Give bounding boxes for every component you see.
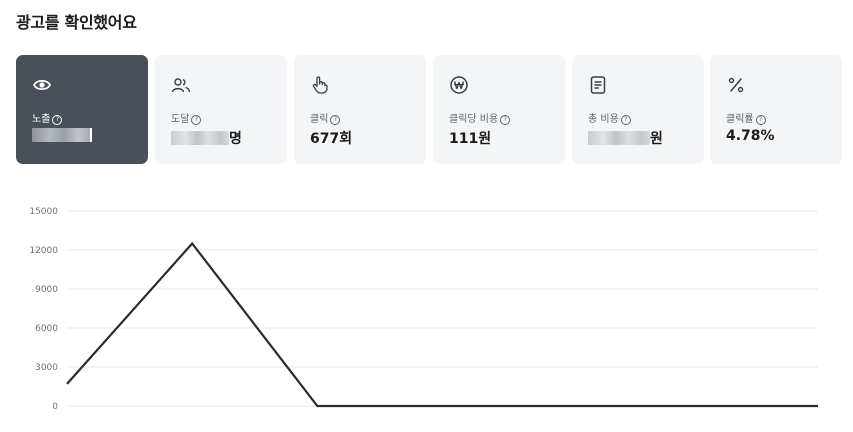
redacted-value: [588, 131, 650, 145]
metric-card-reach[interactable]: 도달? 명: [155, 55, 287, 164]
metric-card-cost-per-click[interactable]: 클릭당 비용? 111원: [433, 55, 565, 164]
y-tick-label: 9000: [35, 285, 58, 295]
metric-label-total-cost: 총 비용?: [588, 110, 631, 125]
metric-cards: 노출? 도달? 명 클릭? 677회 클릭당 비용? 111원 총 비용 ? 원…: [16, 55, 842, 164]
metric-value-reach: 명: [171, 128, 242, 148]
percent-icon: [728, 77, 744, 93]
redacted-value: [32, 128, 90, 142]
page-title: 광고를 확인했어요: [16, 13, 137, 32]
info-icon[interactable]: ?: [500, 115, 511, 125]
info-icon[interactable]: ?: [620, 115, 631, 125]
metric-card-impressions[interactable]: 노출?: [16, 55, 148, 164]
chart-series: [66, 241, 819, 408]
y-axis-labels: 15000 12000 9000 6000 3000 0: [29, 207, 58, 412]
metric-label-cost-per-click: 클릭당 비용?: [449, 110, 511, 125]
redacted-value: [171, 131, 229, 145]
info-icon[interactable]: ?: [330, 115, 341, 125]
y-tick-label: 0: [52, 402, 58, 412]
metric-value-ctr: 4.78%: [726, 128, 775, 144]
y-tick-label: 12000: [29, 246, 58, 256]
info-icon[interactable]: ?: [191, 115, 202, 125]
people-icon: [171, 78, 191, 93]
metric-value-cost-per-click: 111원: [449, 131, 492, 147]
metric-label-clicks: 클릭?: [310, 110, 341, 125]
metric-card-clicks[interactable]: 클릭? 677회: [294, 55, 426, 164]
metric-card-total-cost[interactable]: 총 비용? 원: [572, 55, 704, 164]
series-line: [66, 241, 818, 408]
hand-pointer-icon: [312, 76, 328, 94]
info-icon[interactable]: ?: [755, 115, 766, 125]
won-coin-icon: [450, 76, 468, 94]
chart-grid: [67, 210, 818, 407]
y-tick-label: 6000: [35, 324, 58, 334]
metric-label-impressions: 노출?: [32, 110, 63, 125]
eye-icon: [32, 79, 52, 91]
receipt-icon: [590, 76, 606, 94]
info-icon[interactable]: ?: [52, 115, 63, 125]
y-tick-label: 3000: [35, 363, 58, 373]
metric-value-clicks: 677회: [310, 131, 353, 147]
metric-value-total-cost: 원: [588, 128, 663, 148]
impressions-line-chart: 15000 12000 9000 6000 3000 0: [29, 207, 819, 412]
metric-label-ctr: 클릭률?: [726, 110, 766, 125]
metric-card-ctr[interactable]: 클릭률? 4.78%: [710, 55, 842, 164]
y-tick-label: 15000: [29, 207, 58, 217]
metric-label-reach: 도달?: [171, 110, 202, 125]
metric-value-impressions: [32, 128, 92, 144]
